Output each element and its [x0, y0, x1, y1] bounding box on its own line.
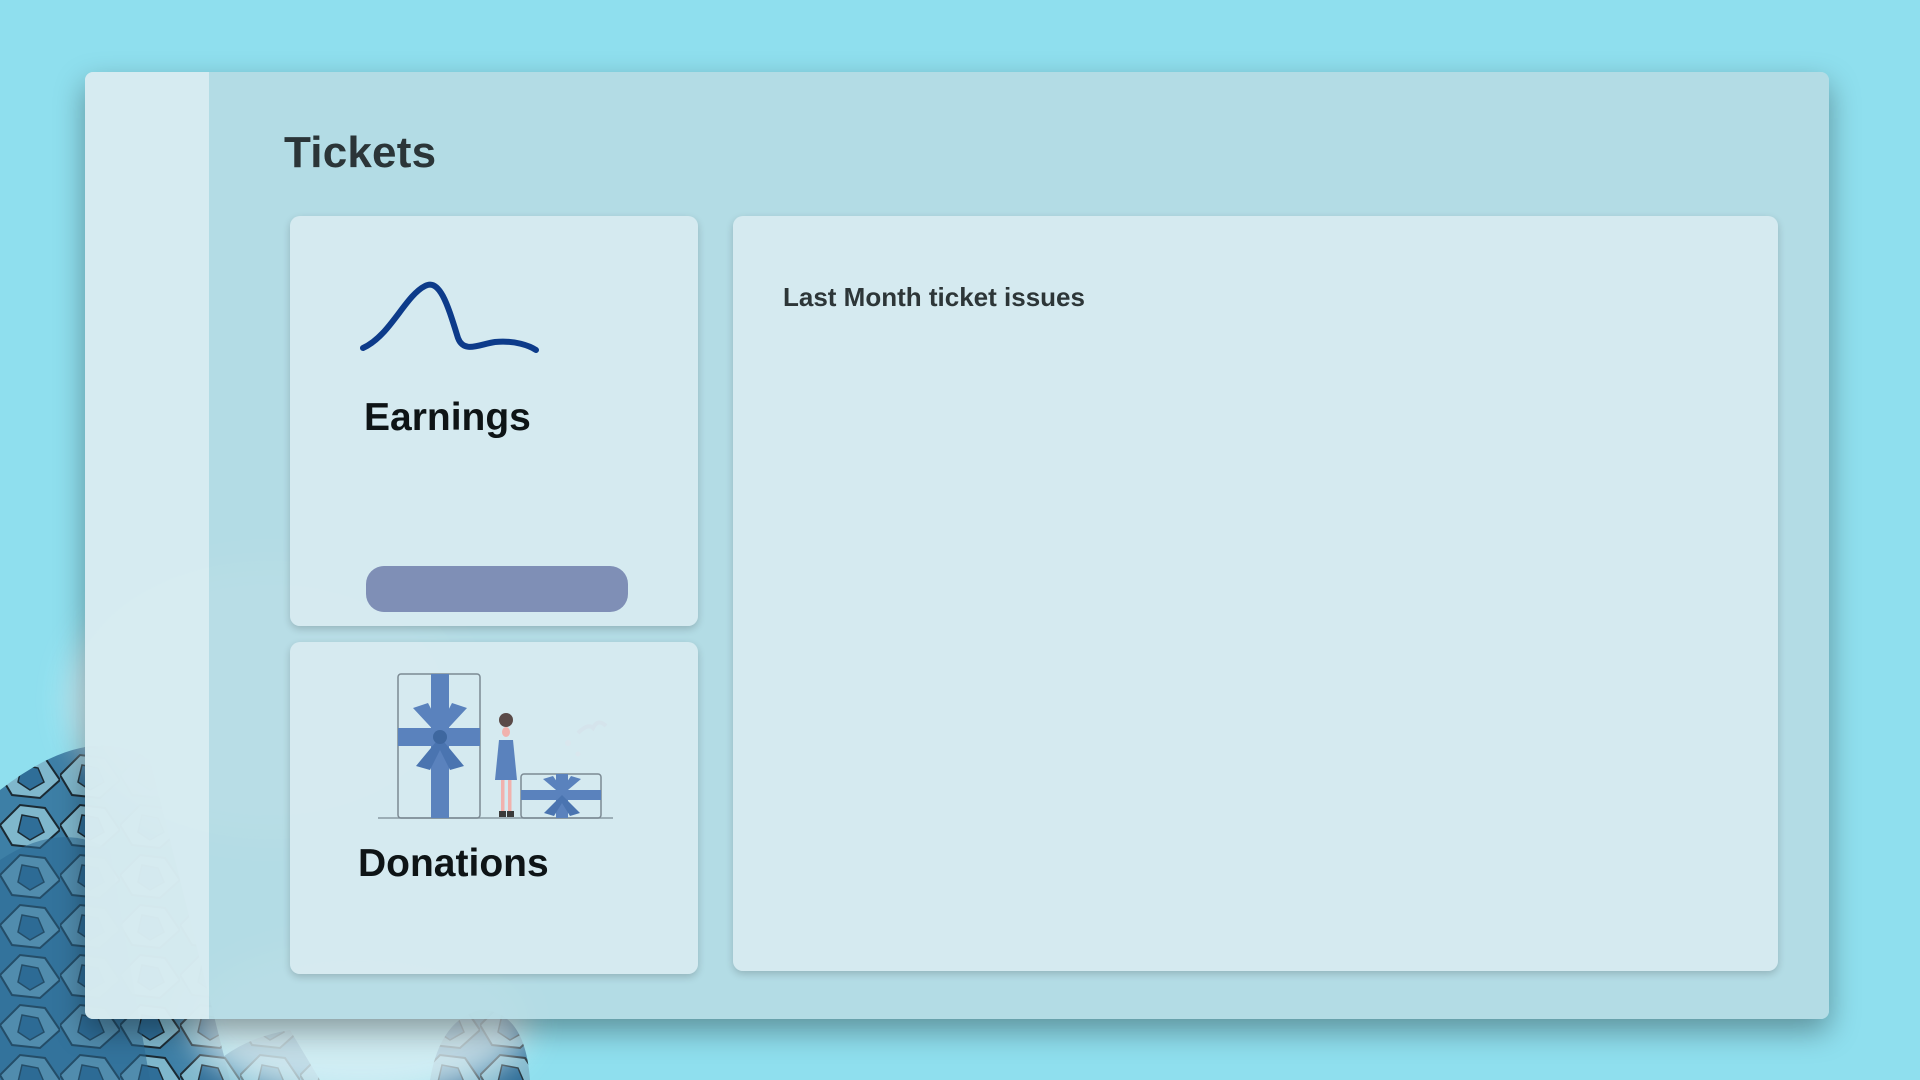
gift-boxes-illustration [378, 673, 613, 819]
ticket-issues-title: Last Month ticket issues [783, 282, 1085, 312]
earnings-button[interactable] [366, 566, 628, 612]
ticket-issues-chart-area [783, 336, 1728, 936]
donations-card[interactable]: Donations [290, 642, 698, 974]
earnings-card[interactable]: Earnings [290, 216, 698, 626]
sidebar [85, 72, 209, 1019]
app-window: Tickets Earnings Donations Last Month ti… [85, 72, 1829, 1019]
earnings-title: Earnings [364, 396, 531, 439]
bell-curve-icon [360, 281, 539, 353]
ticket-issues-card: Last Month ticket issues [733, 216, 1778, 971]
donations-title: Donations [358, 842, 549, 885]
page-title: Tickets [284, 128, 437, 177]
